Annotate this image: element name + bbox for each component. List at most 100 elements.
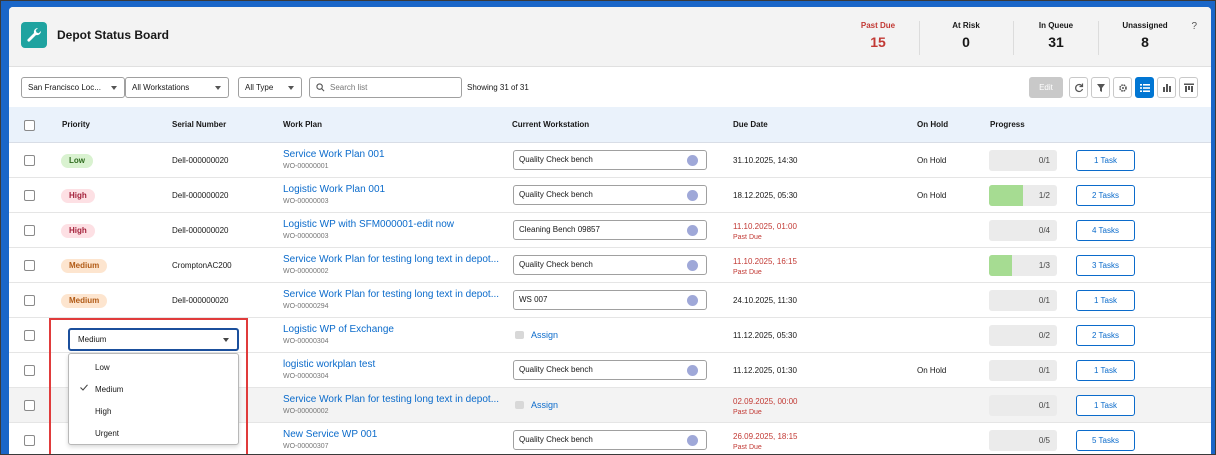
stat-past-due[interactable]: Past Due 15 — [838, 21, 918, 50]
select-all-checkbox[interactable] — [24, 120, 35, 131]
column-header-work-plan[interactable]: Work Plan — [283, 120, 322, 129]
workstation-picker-icon[interactable] — [687, 435, 698, 446]
priority-badge[interactable]: High — [61, 224, 95, 238]
table-row[interactable]: Medium CromptonAC200 Service Work Plan for… — [9, 248, 1211, 283]
tasks-button[interactable]: 4 Tasks — [1076, 220, 1135, 241]
work-plan-link[interactable]: Service Work Plan for testing long text … — [283, 254, 499, 265]
work-order-number: WO-00000003 — [283, 198, 329, 205]
serial-number: Dell-000000020 — [172, 296, 229, 305]
work-order-number: WO-00000304 — [283, 338, 329, 345]
work-plan-link[interactable]: Logistic Work Plan 001 — [283, 184, 385, 195]
progress-text: 0/2 — [1038, 331, 1050, 340]
priority-badge[interactable]: Low — [61, 154, 93, 168]
workstation-field[interactable]: Quality Check bench — [513, 430, 707, 450]
priority-option-medium[interactable]: Medium — [95, 385, 123, 394]
row-checkbox[interactable] — [24, 260, 35, 271]
list-view-button[interactable] — [1135, 77, 1154, 98]
tasks-button[interactable]: 5 Tasks — [1076, 430, 1135, 451]
workstation-field[interactable]: WS 007 — [513, 290, 707, 310]
stat-unassigned[interactable]: Unassigned 8 — [1105, 21, 1185, 50]
row-checkbox[interactable] — [24, 225, 35, 236]
workstation-picker-icon[interactable] — [687, 225, 698, 236]
board-view-button[interactable] — [1179, 77, 1198, 98]
work-plan-link[interactable]: Service Work Plan 001 — [283, 149, 385, 160]
row-checkbox[interactable] — [24, 435, 35, 446]
edit-button[interactable]: Edit — [1029, 77, 1063, 98]
column-header-due-date[interactable]: Due Date — [733, 120, 768, 129]
work-plan-link[interactable]: Service Work Plan for testing long text … — [283, 289, 499, 300]
work-order-number: WO-00000001 — [283, 163, 329, 170]
location-dropdown[interactable]: San Francisco Loc... — [21, 77, 125, 98]
progress-bar: 1/2 — [989, 185, 1057, 206]
workstations-dropdown[interactable]: All Workstations — [125, 77, 229, 98]
progress-text: 1/3 — [1038, 261, 1050, 270]
workstation-field[interactable]: Quality Check bench — [513, 255, 707, 275]
tasks-button[interactable]: 2 Tasks — [1076, 325, 1135, 346]
workstation-picker-icon[interactable] — [687, 260, 698, 271]
workstation-picker-icon[interactable] — [687, 190, 698, 201]
work-order-number: WO-00000003 — [283, 233, 329, 240]
row-checkbox[interactable] — [24, 330, 35, 341]
priority-option-high[interactable]: High — [95, 407, 111, 416]
table-row[interactable]: High Dell-000000020 Logistic Work Plan 001… — [9, 178, 1211, 213]
assign-link[interactable]: Assign — [515, 330, 558, 340]
priority-combobox[interactable]: Medium — [68, 328, 239, 351]
workstation-picker-icon[interactable] — [687, 155, 698, 166]
type-dropdown[interactable]: All Type — [238, 77, 302, 98]
tasks-button[interactable]: 1 Task — [1076, 360, 1135, 381]
workstation-field[interactable]: Quality Check bench — [513, 150, 707, 170]
priority-badge[interactable]: High — [61, 189, 95, 203]
priority-badge[interactable]: Medium — [61, 294, 108, 308]
priority-option-urgent[interactable]: Urgent — [95, 429, 119, 438]
priority-dropdown-menu: Low Medium High Urgent — [68, 353, 239, 445]
tasks-button[interactable]: 1 Task — [1076, 395, 1135, 416]
chart-view-button[interactable] — [1157, 77, 1176, 98]
workstation-field[interactable]: Quality Check bench — [513, 185, 707, 205]
stat-in-queue[interactable]: In Queue 31 — [1016, 21, 1096, 50]
workstation-picker-icon[interactable] — [687, 295, 698, 306]
priority-option-low[interactable]: Low — [95, 363, 110, 372]
on-hold-status: On Hold — [917, 366, 947, 375]
workstation-field[interactable]: Quality Check bench — [513, 360, 707, 380]
tasks-button[interactable]: 1 Task — [1076, 290, 1135, 311]
column-header-current-workstation[interactable]: Current Workstation — [512, 120, 589, 129]
tasks-button[interactable]: 3 Tasks — [1076, 255, 1135, 276]
due-date: 11.10.2025, 01:00 — [733, 222, 797, 231]
progress-text: 0/1 — [1038, 401, 1050, 410]
work-plan-link[interactable]: New Service WP 001 — [283, 429, 377, 440]
search-input[interactable]: Search list — [309, 77, 462, 98]
work-plan-link[interactable]: logistic workplan test — [283, 359, 375, 370]
row-checkbox[interactable] — [24, 295, 35, 306]
work-plan-link[interactable]: Service Work Plan for testing long text … — [283, 394, 499, 405]
column-header-priority[interactable]: Priority — [62, 120, 90, 129]
column-header-progress[interactable]: Progress — [990, 120, 1025, 129]
tasks-button[interactable]: 1 Task — [1076, 150, 1135, 171]
workstations-value: All Workstations — [132, 83, 190, 92]
tasks-button[interactable]: 2 Tasks — [1076, 185, 1135, 206]
workstation-field[interactable]: Cleaning Bench 09857 — [513, 220, 707, 240]
serial-number: Dell-000000020 — [172, 156, 229, 165]
workstation-picker-icon[interactable] — [687, 365, 698, 376]
progress-bar: 0/1 — [989, 150, 1057, 171]
table-row[interactable]: Low Dell-000000020 Service Work Plan 001 WO… — [9, 143, 1211, 178]
assign-link[interactable]: Assign — [515, 400, 558, 410]
table-row[interactable]: Medium Dell-000000020 Service Work Plan fo… — [9, 283, 1211, 318]
priority-badge[interactable]: Medium — [61, 259, 108, 273]
row-checkbox[interactable] — [24, 190, 35, 201]
stat-value: 0 — [962, 34, 970, 50]
column-header-on-hold[interactable]: On Hold — [917, 120, 948, 129]
row-checkbox[interactable] — [24, 155, 35, 166]
refresh-button[interactable] — [1069, 77, 1088, 98]
row-checkbox[interactable] — [24, 365, 35, 376]
column-header-serial-number[interactable]: Serial Number — [172, 120, 226, 129]
table-row[interactable]: High Dell-000000020 Logistic WP with SFM00… — [9, 213, 1211, 248]
settings-button[interactable] — [1113, 77, 1132, 98]
help-icon[interactable]: ? — [1191, 21, 1197, 32]
stat-at-risk[interactable]: At Risk 0 — [926, 21, 1006, 50]
row-checkbox[interactable] — [24, 400, 35, 411]
work-plan-link[interactable]: Logistic WP of Exchange — [283, 324, 394, 335]
filter-button[interactable] — [1091, 77, 1110, 98]
work-plan-link[interactable]: Logistic WP with SFM000001-edit now — [283, 219, 454, 230]
search-icon — [316, 83, 325, 92]
page-title: Depot Status Board — [57, 28, 170, 42]
